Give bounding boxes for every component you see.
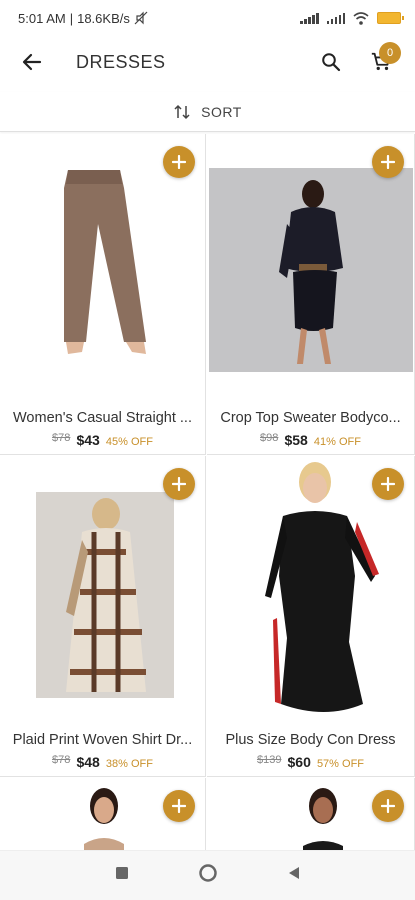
triangle-back-nav-icon (288, 867, 299, 879)
product-card[interactable]: Plus Size Body Con Dress $139 $60 57% OF… (207, 456, 415, 777)
product-prices: $78 $48 38% OFF (0, 754, 205, 770)
square-nav-icon (115, 867, 128, 879)
network-speed: 18.6KB/s (77, 10, 130, 26)
cart-button[interactable]: 0 (361, 42, 401, 82)
discount-label: 38% OFF (105, 758, 153, 770)
product-name: Plaid Print Woven Shirt Dr... (12, 732, 193, 748)
system-nav-bar (0, 850, 415, 900)
product-image (209, 168, 413, 372)
back-button[interactable] (14, 44, 50, 80)
wifi-icon (353, 11, 369, 25)
add-to-cart-button[interactable] (372, 146, 404, 178)
circle-nav-icon (198, 864, 217, 882)
discount-label: 41% OFF (313, 436, 361, 448)
product-card[interactable]: Plaid Print Woven Shirt Dr... $78 $48 38… (0, 456, 206, 777)
product-prices: $78 $43 45% OFF (0, 432, 205, 448)
product-name: Crop Top Sweater Bodyco... (220, 410, 401, 426)
plus-icon (381, 477, 395, 491)
discount-label: 57% OFF (316, 758, 365, 770)
product-card[interactable]: Women's Casual Straight ... $78 $43 45% … (0, 134, 206, 455)
home-button[interactable] (198, 863, 218, 888)
product-prices: $98 $58 41% OFF (207, 432, 414, 448)
product-name: Plus Size Body Con Dress (225, 732, 396, 748)
plus-icon (172, 799, 186, 813)
original-price: $78 (52, 432, 71, 444)
plus-icon (381, 155, 395, 169)
product-card[interactable]: Crop Top Sweater Bodyco... $98 $58 41% O… (207, 134, 415, 455)
product-image (303, 788, 343, 858)
sale-price: $58 (284, 432, 308, 448)
signal-icon (300, 12, 319, 24)
product-card[interactable] (0, 778, 206, 858)
original-price: $98 (260, 432, 279, 444)
battery-icon (377, 12, 404, 24)
cart-count-badge: 0 (379, 42, 401, 64)
product-prices: $139 $60 57% OFF (207, 754, 414, 770)
add-to-cart-button[interactable] (163, 146, 195, 178)
search-button[interactable] (311, 42, 351, 82)
product-image (36, 492, 174, 698)
add-to-cart-button[interactable] (163, 790, 195, 822)
plus-icon (381, 799, 395, 813)
signal-icon-2 (326, 12, 345, 24)
page-title: DRESSES (76, 51, 166, 72)
original-price: $78 (52, 754, 71, 766)
add-to-cart-button[interactable] (163, 468, 195, 500)
plus-icon (172, 155, 186, 169)
product-image (84, 788, 124, 858)
back-arrow-icon (22, 53, 42, 71)
product-card[interactable] (207, 778, 415, 858)
sort-label: SORT (201, 103, 242, 120)
product-image (64, 170, 146, 354)
sale-price: $48 (76, 754, 100, 770)
sale-price: $60 (287, 754, 311, 770)
status-time: 5:01 AM (18, 10, 66, 26)
add-to-cart-button[interactable] (372, 468, 404, 500)
sort-button[interactable]: SORT (0, 92, 415, 132)
recents-button[interactable] (115, 866, 129, 885)
sale-price: $43 (76, 432, 100, 448)
original-price: $139 (256, 754, 282, 766)
product-name: Women's Casual Straight ... (13, 410, 192, 426)
add-to-cart-button[interactable] (372, 790, 404, 822)
product-image (265, 462, 379, 712)
search-icon (322, 53, 341, 72)
mute-icon (134, 11, 148, 25)
discount-label: 45% OFF (105, 436, 153, 448)
system-back-button[interactable] (287, 866, 301, 885)
status-bar: 5:01 AM | 18.6KB/s (0, 0, 415, 36)
app-bar: DRESSES 0 (0, 36, 415, 88)
sort-icon (174, 104, 190, 119)
plus-icon (172, 477, 186, 491)
